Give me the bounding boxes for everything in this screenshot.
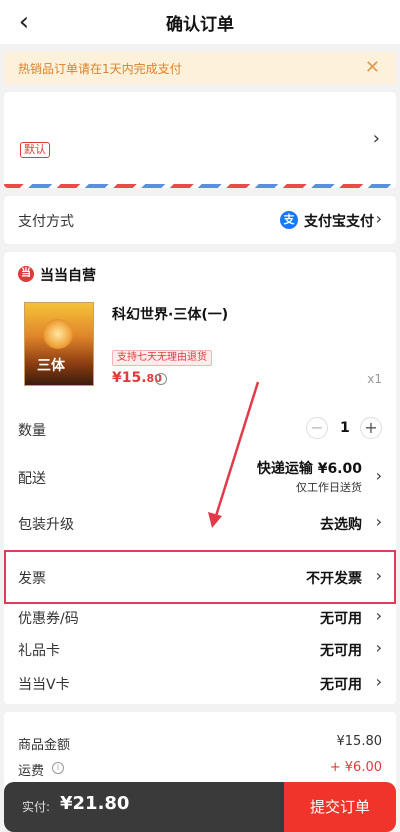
coupon-label: 优惠券/码 <box>18 611 79 627</box>
giftcard-label: 礼品卡 <box>18 643 60 659</box>
payment-notice-banner: 热销品订单请在1天内完成支付 ✕ <box>4 52 396 84</box>
freight-info-icon[interactable]: i <box>52 762 64 774</box>
total-payable: 实付: ¥21.80 <box>4 782 284 832</box>
chevron-right-icon: › <box>375 512 382 531</box>
giftcard-row[interactable]: 礼品卡 无可用 › <box>4 634 396 664</box>
price-main: ¥15. <box>112 370 147 386</box>
packaging-row[interactable]: 包装升级 去选购 › <box>4 504 396 540</box>
alipay-icon: 支 <box>280 211 298 229</box>
invoice-label: 发票 <box>18 571 46 587</box>
goods-amount-value: ¥15.80 <box>336 734 383 749</box>
notice-text: 热销品订单请在1天内完成支付 <box>18 61 182 76</box>
store-logo-icon: 当 <box>18 266 34 282</box>
vcard-row[interactable]: 当当V卡 无可用 › <box>4 668 396 698</box>
payment-method-row[interactable]: 支付方式 支 支付宝支付 › <box>4 196 396 244</box>
price-summary-card: 商品金额 ¥15.80 运费 i + ¥6.00 <box>4 712 396 792</box>
top-bar: ‹ 确认订单 <box>0 0 400 44</box>
packaging-value: 去选购 <box>320 517 362 533</box>
chevron-right-icon: › <box>375 209 382 228</box>
chevron-right-icon: › <box>375 466 382 485</box>
delivery-row[interactable]: 配送 快递运输 ¥6.00 仅工作日送货 › <box>4 452 396 498</box>
vcard-value: 无可用 <box>320 677 362 693</box>
quantity-increase-button[interactable]: + <box>360 417 382 439</box>
address-card[interactable]: 默认 › <box>4 92 396 188</box>
delivery-value: 快递运输 ¥6.00 <box>256 461 362 477</box>
cover-art-circle <box>43 319 73 349</box>
pay-amount: ¥21.80 <box>60 793 130 814</box>
address-envelope-stripe <box>4 184 396 188</box>
payment-method-label: 支付方式 <box>18 214 74 230</box>
pay-label: 实付: <box>22 800 51 814</box>
price-info-icon[interactable]: i <box>155 373 167 385</box>
coupon-value: 无可用 <box>320 611 362 627</box>
delivery-label: 配送 <box>18 471 46 487</box>
submit-order-button[interactable]: 提交订单 <box>284 782 396 832</box>
order-card: 当 当当自营 三体 科幻世界·三体(一) 支持七天无理由退货 ¥15.80 i … <box>4 252 396 704</box>
chevron-right-icon: › <box>375 672 382 691</box>
chevron-right-icon: › <box>375 638 382 657</box>
page-title: 确认订单 <box>166 14 234 35</box>
giftcard-value: 无可用 <box>320 643 362 659</box>
goods-amount-label: 商品金额 <box>18 738 71 753</box>
back-icon[interactable]: ‹ <box>12 6 36 38</box>
quantity-decrease-button[interactable]: − <box>306 417 328 439</box>
product-name[interactable]: 科幻世界·三体(一) <box>112 304 228 324</box>
delivery-subtext: 仅工作日送货 <box>296 481 362 494</box>
freight-value: + ¥6.00 <box>329 760 382 775</box>
item-quantity-mark: x1 <box>367 372 382 386</box>
payment-method-value: 支付宝支付 <box>304 214 374 230</box>
cover-title: 三体 <box>37 358 65 374</box>
invoice-row[interactable]: 发票 不开发票 › <box>4 550 396 604</box>
store-name: 当当自营 <box>40 268 96 284</box>
close-icon[interactable]: ✕ <box>365 58 380 78</box>
quantity-label: 数量 <box>18 423 46 439</box>
quantity-value: 1 <box>340 420 350 436</box>
chevron-right-icon: › <box>372 128 380 149</box>
checkout-bar: 实付: ¥21.80 提交订单 <box>0 782 400 832</box>
chevron-right-icon: › <box>375 566 382 585</box>
freight-label: 运费 <box>18 764 45 779</box>
chevron-right-icon: › <box>375 606 382 625</box>
vcard-label: 当当V卡 <box>18 677 70 693</box>
packaging-label: 包装升级 <box>18 517 74 533</box>
return-policy-badge: 支持七天无理由退货 <box>112 350 212 366</box>
invoice-value: 不开发票 <box>306 571 362 587</box>
product-cover-image[interactable]: 三体 <box>24 302 94 386</box>
default-address-tag: 默认 <box>20 142 50 158</box>
coupon-row[interactable]: 优惠券/码 无可用 › <box>4 602 396 632</box>
